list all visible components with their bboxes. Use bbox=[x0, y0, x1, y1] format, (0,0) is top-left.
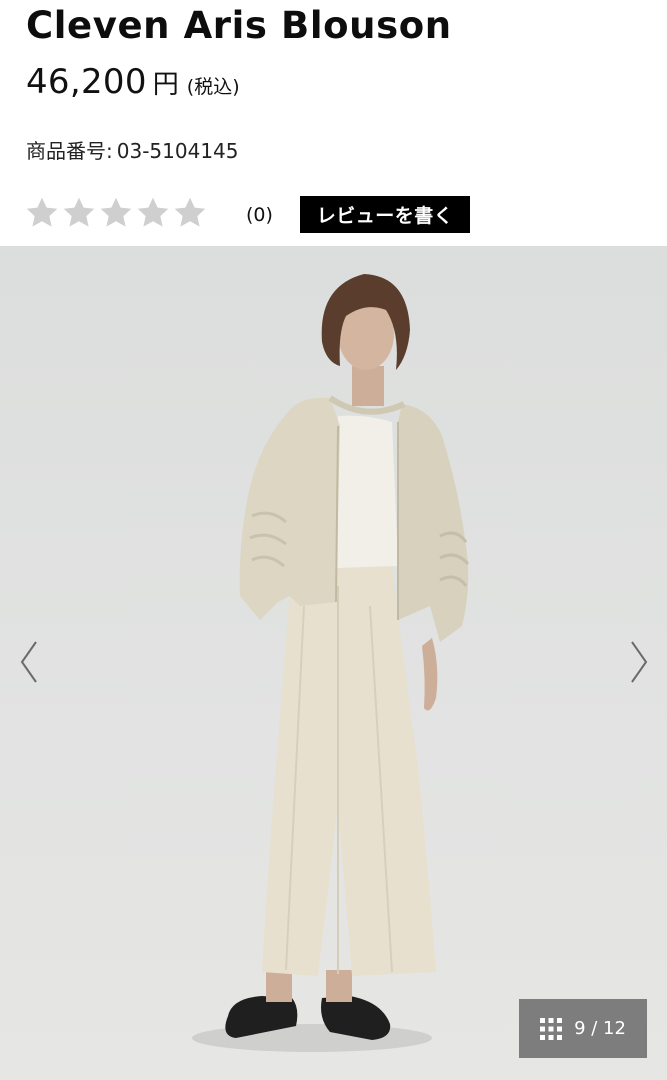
review-count: (0) bbox=[246, 204, 273, 226]
tax-note: (税込) bbox=[186, 76, 240, 98]
price-value: 46,200 bbox=[26, 62, 147, 102]
image-gallery[interactable]: 9 / 12 bbox=[0, 246, 667, 1080]
product-photo bbox=[192, 274, 470, 1052]
star-icon bbox=[135, 195, 171, 231]
star-icon bbox=[172, 195, 208, 231]
chevron-right-icon[interactable] bbox=[624, 636, 656, 688]
grid-icon bbox=[540, 1017, 563, 1040]
sku-row: 商品番号: 03-5104145 bbox=[26, 135, 239, 164]
chevron-left-icon[interactable] bbox=[12, 636, 44, 688]
product-info: Cleven Aris Blouson 46,200 円 (税込) 商品番号: 0… bbox=[0, 0, 667, 246]
image-counter: 9 / 12 bbox=[574, 1018, 626, 1039]
rating-row: (0) レビューを書く bbox=[24, 195, 644, 235]
price-row: 46,200 円 (税込) bbox=[26, 62, 240, 102]
write-review-button[interactable]: レビューを書く bbox=[300, 196, 470, 233]
star-icon bbox=[24, 195, 60, 231]
image-counter-button[interactable]: 9 / 12 bbox=[519, 999, 647, 1058]
star-rating bbox=[24, 195, 209, 231]
sku-value: 03-5104145 bbox=[116, 139, 239, 163]
sku-label: 商品番号: bbox=[26, 139, 113, 163]
price-currency: 円 bbox=[152, 70, 179, 100]
star-icon bbox=[61, 195, 97, 231]
product-title: Cleven Aris Blouson bbox=[26, 4, 452, 47]
star-icon bbox=[98, 195, 134, 231]
